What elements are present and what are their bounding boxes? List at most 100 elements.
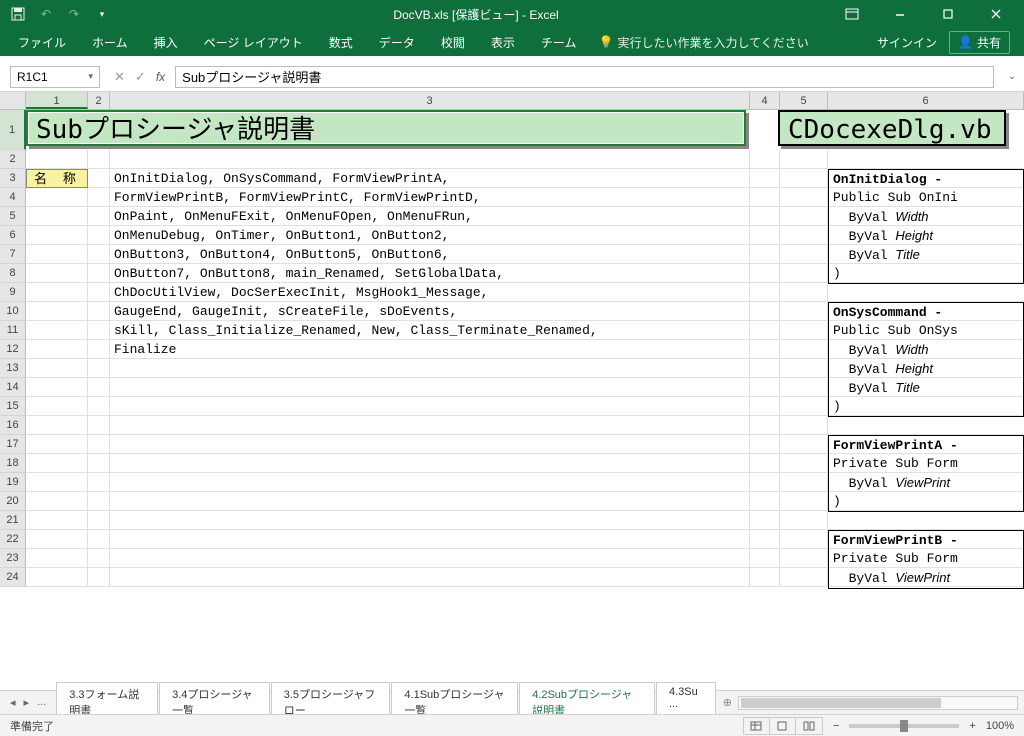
- cell[interactable]: [750, 188, 780, 207]
- cell[interactable]: [26, 530, 88, 549]
- cell[interactable]: [26, 226, 88, 245]
- cell[interactable]: [750, 359, 780, 378]
- cell[interactable]: [780, 321, 828, 340]
- cell[interactable]: ByVal Title: [828, 245, 1024, 264]
- cell[interactable]: ): [828, 264, 1024, 283]
- cell[interactable]: [26, 511, 88, 530]
- row-header[interactable]: 19: [0, 473, 26, 492]
- cell[interactable]: [88, 359, 110, 378]
- row-header[interactable]: 23: [0, 549, 26, 568]
- cell[interactable]: [110, 473, 750, 492]
- cell[interactable]: ByVal ViewPrint: [828, 473, 1024, 492]
- cell[interactable]: [780, 435, 828, 454]
- cell[interactable]: [780, 283, 828, 302]
- row-header[interactable]: 5: [0, 207, 26, 226]
- column-header[interactable]: 4: [750, 92, 780, 109]
- cell[interactable]: [26, 207, 88, 226]
- row-header[interactable]: 16: [0, 416, 26, 435]
- column-header[interactable]: 2: [88, 92, 110, 109]
- cell[interactable]: Public Sub OnSys: [828, 321, 1024, 340]
- select-all-button[interactable]: [0, 92, 26, 109]
- cell[interactable]: FormViewPrintA -: [828, 435, 1024, 454]
- row-header[interactable]: 3: [0, 169, 26, 188]
- cell[interactable]: [88, 378, 110, 397]
- cell[interactable]: [750, 454, 780, 473]
- cell[interactable]: [110, 454, 750, 473]
- cell[interactable]: [828, 511, 1024, 530]
- save-icon[interactable]: [10, 6, 26, 22]
- cell[interactable]: ByVal Height: [828, 226, 1024, 245]
- cell[interactable]: [828, 150, 1024, 169]
- row-header[interactable]: 13: [0, 359, 26, 378]
- row-header[interactable]: 24: [0, 568, 26, 587]
- cell[interactable]: [780, 473, 828, 492]
- cell[interactable]: [88, 321, 110, 340]
- column-header[interactable]: 6: [828, 92, 1024, 109]
- cell[interactable]: [780, 378, 828, 397]
- minimize-button[interactable]: [880, 0, 920, 28]
- cell[interactable]: [750, 169, 780, 188]
- cell[interactable]: [26, 568, 88, 587]
- cell[interactable]: OnSysCommand -: [828, 302, 1024, 321]
- cell[interactable]: [26, 416, 88, 435]
- cell[interactable]: [110, 549, 750, 568]
- cell[interactable]: OnMenuDebug, OnTimer, OnButton1, OnButto…: [110, 226, 750, 245]
- cell[interactable]: [750, 492, 780, 511]
- column-header[interactable]: 5: [780, 92, 828, 109]
- cell[interactable]: [26, 302, 88, 321]
- cell[interactable]: Finalize: [110, 340, 750, 359]
- cell[interactable]: [780, 397, 828, 416]
- title-main-cell[interactable]: Subプロシージャ説明書: [26, 110, 746, 146]
- sign-in-link[interactable]: サインイン: [877, 34, 937, 51]
- row-header[interactable]: 21: [0, 511, 26, 530]
- cell[interactable]: [780, 226, 828, 245]
- row-header[interactable]: 20: [0, 492, 26, 511]
- cell[interactable]: [780, 264, 828, 283]
- zoom-slider[interactable]: [849, 724, 959, 728]
- cell[interactable]: [88, 549, 110, 568]
- cell[interactable]: [26, 188, 88, 207]
- tab-file[interactable]: ファイル: [6, 30, 78, 55]
- cell[interactable]: [110, 416, 750, 435]
- cell[interactable]: [88, 264, 110, 283]
- row-header[interactable]: 4: [0, 188, 26, 207]
- cell[interactable]: Public Sub OnIni: [828, 188, 1024, 207]
- cell[interactable]: ByVal Height: [828, 359, 1024, 378]
- name-box[interactable]: R1C1 ▾: [10, 66, 100, 88]
- cell[interactable]: [26, 359, 88, 378]
- cell[interactable]: [750, 340, 780, 359]
- cell[interactable]: [110, 397, 750, 416]
- row-header[interactable]: 9: [0, 283, 26, 302]
- cell[interactable]: [26, 454, 88, 473]
- row-header[interactable]: 2: [0, 150, 26, 169]
- cell[interactable]: [110, 511, 750, 530]
- cell[interactable]: [750, 568, 780, 587]
- column-header[interactable]: 3: [110, 92, 750, 109]
- cell[interactable]: [750, 207, 780, 226]
- cell[interactable]: [26, 549, 88, 568]
- cell[interactable]: sKill, Class_Initialize_Renamed, New, Cl…: [110, 321, 750, 340]
- row-header[interactable]: 12: [0, 340, 26, 359]
- row-header[interactable]: 6: [0, 226, 26, 245]
- cell[interactable]: [88, 188, 110, 207]
- cell[interactable]: Private Sub Form: [828, 549, 1024, 568]
- cell[interactable]: [88, 245, 110, 264]
- chevron-down-icon[interactable]: ▾: [88, 71, 93, 82]
- tab-page-layout[interactable]: ページ レイアウト: [192, 30, 315, 55]
- tab-view[interactable]: 表示: [479, 30, 527, 55]
- cell[interactable]: ): [828, 492, 1024, 511]
- formula-bar[interactable]: Subプロシージャ説明書: [175, 66, 994, 88]
- cell[interactable]: [780, 416, 828, 435]
- cell[interactable]: [88, 283, 110, 302]
- cell[interactable]: [780, 492, 828, 511]
- cell[interactable]: [88, 340, 110, 359]
- cell[interactable]: [26, 264, 88, 283]
- cell[interactable]: [750, 245, 780, 264]
- cell[interactable]: [110, 378, 750, 397]
- cell[interactable]: [780, 359, 828, 378]
- cell[interactable]: [750, 435, 780, 454]
- cell[interactable]: [26, 492, 88, 511]
- row-header[interactable]: 18: [0, 454, 26, 473]
- cell[interactable]: [750, 321, 780, 340]
- cell[interactable]: [26, 245, 88, 264]
